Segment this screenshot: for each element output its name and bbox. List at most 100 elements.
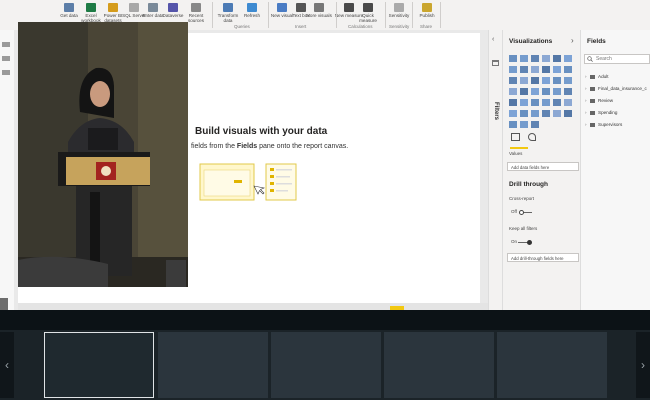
thumbnail-selected[interactable]: [44, 332, 154, 398]
ribbon-group-label: Share: [420, 24, 433, 29]
visual-type-icon[interactable]: [553, 55, 561, 62]
presenter-video-frame: [18, 22, 188, 287]
visual-type-icon[interactable]: [564, 99, 572, 106]
thumbnail[interactable]: [497, 332, 607, 398]
visual-type-icon[interactable]: [509, 77, 517, 84]
field-table-item[interactable]: › Spending: [585, 110, 617, 115]
empty-state-title: Build visuals with your data: [195, 126, 328, 137]
visual-type-icon[interactable]: [542, 99, 550, 106]
visual-type-icon[interactable]: [531, 66, 539, 73]
drag-fields-illustration: [199, 163, 297, 201]
visual-type-icon[interactable]: [520, 88, 528, 95]
ribbon-button[interactable]: More visuals: [304, 0, 334, 18]
visual-type-icon[interactable]: [509, 110, 517, 117]
ribbon-button-icon: [191, 3, 201, 12]
field-table-item[interactable]: › Review: [585, 98, 613, 103]
ribbon-button[interactable]: Publish: [412, 0, 442, 18]
visual-type-icon[interactable]: [564, 55, 572, 62]
ribbon-group-label: Sensitivity: [389, 24, 410, 29]
visual-type-icon[interactable]: [520, 77, 528, 84]
visual-type-icon[interactable]: [553, 88, 561, 95]
values-drop-zone[interactable]: Add data fields here: [507, 162, 579, 171]
ribbon-button-label: Sensitivity: [388, 13, 410, 18]
visual-type-icon[interactable]: [531, 77, 539, 84]
cross-report-toggle-knob[interactable]: [519, 209, 524, 215]
cross-report-state: Off: [511, 209, 517, 214]
visual-type-icon[interactable]: [531, 121, 539, 128]
table-icon: [590, 86, 595, 91]
visual-type-icon[interactable]: [531, 110, 539, 117]
ribbon-button-icon: [168, 3, 178, 12]
report-view-icon[interactable]: [2, 42, 10, 47]
visual-type-icon[interactable]: [520, 55, 528, 62]
visual-type-icon[interactable]: [542, 88, 550, 95]
visual-type-icon[interactable]: [564, 110, 572, 117]
previous-button[interactable]: ‹: [0, 332, 14, 398]
ribbon-separator: [212, 2, 213, 28]
ribbon-button[interactable]: Refresh: [237, 0, 267, 18]
visual-type-icon[interactable]: [553, 99, 561, 106]
ribbon-button-label: More visuals: [306, 13, 332, 18]
keep-filters-label: Keep all filters: [509, 226, 538, 231]
visual-type-icon[interactable]: [509, 55, 517, 62]
drill-through-drop-zone[interactable]: Add drill-through fields here: [507, 253, 579, 262]
visual-type-icon[interactable]: [531, 88, 539, 95]
visual-type-icon[interactable]: [564, 66, 572, 73]
visual-type-icon[interactable]: [520, 121, 528, 128]
ribbon-separator: [268, 2, 269, 28]
video-progress-bar[interactable]: [0, 310, 650, 330]
field-table-item[interactable]: › Adult: [585, 74, 608, 79]
visual-type-icon[interactable]: [509, 99, 517, 106]
ribbon-group-label: Queries: [234, 24, 250, 29]
visual-type-icon[interactable]: [520, 99, 528, 106]
format-visual-icon[interactable]: [528, 133, 536, 141]
visual-type-icon[interactable]: [520, 110, 528, 117]
field-table-item[interactable]: › Supervisors: [585, 122, 622, 127]
visual-type-icon[interactable]: [520, 66, 528, 73]
ribbon-button-icon: [422, 3, 432, 12]
thumbnail[interactable]: [158, 332, 268, 398]
table-icon: [590, 74, 595, 79]
ribbon-button-icon: [247, 3, 257, 12]
thumbnail[interactable]: [271, 332, 381, 398]
thumbnail[interactable]: [384, 332, 494, 398]
visual-type-icon[interactable]: [542, 110, 550, 117]
video-scrubber-handle[interactable]: [0, 298, 8, 310]
table-icon: [590, 110, 595, 115]
keep-filters-toggle-knob[interactable]: [527, 239, 532, 245]
visual-type-icon[interactable]: [531, 99, 539, 106]
chevron-left-icon[interactable]: ‹: [492, 36, 494, 43]
visual-type-icon[interactable]: [509, 88, 517, 95]
fields-search-input[interactable]: Search: [584, 54, 650, 64]
ribbon-button-icon: [314, 3, 324, 12]
data-view-icon[interactable]: [2, 56, 10, 61]
visual-type-icon[interactable]: [553, 66, 561, 73]
visual-type-icon[interactable]: [509, 66, 517, 73]
drill-through-title: Drill through: [509, 181, 548, 188]
ribbon-button-icon: [363, 3, 373, 12]
visual-type-icon[interactable]: [542, 66, 550, 73]
chevron-right-icon[interactable]: ›: [571, 36, 574, 45]
visual-type-icon[interactable]: [531, 55, 539, 62]
build-visual-icon[interactable]: [511, 133, 520, 141]
visual-type-icon[interactable]: [564, 77, 572, 84]
model-view-icon[interactable]: [2, 70, 10, 75]
field-table-item[interactable]: › Final_data_insurance_c: [585, 86, 647, 91]
ribbon-button[interactable]: Recent sources: [181, 0, 211, 23]
ribbon-group-label: Insert: [295, 24, 307, 29]
ribbon-button[interactable]: Sensitivity: [384, 0, 414, 18]
ribbon-separator: [385, 2, 386, 28]
visual-type-icon[interactable]: [509, 121, 517, 128]
visual-type-icon[interactable]: [553, 77, 561, 84]
ribbon-button[interactable]: Quick measure: [353, 0, 383, 23]
visual-type-icon[interactable]: [542, 55, 550, 62]
filters-label: Filters: [493, 101, 499, 120]
visual-type-icon[interactable]: [542, 77, 550, 84]
fields-pane: Fields Search › Adult › Final_data_insuran…: [580, 30, 650, 310]
visual-type-icon[interactable]: [564, 88, 572, 95]
filters-pane-collapsed[interactable]: ‹ Filters: [488, 30, 503, 310]
visual-type-icon[interactable]: [553, 110, 561, 117]
next-button[interactable]: ›: [636, 332, 650, 398]
empty-state-subtitle: fields from the Fields pane onto the rep…: [191, 143, 349, 150]
fields-title: Fields: [587, 38, 606, 45]
